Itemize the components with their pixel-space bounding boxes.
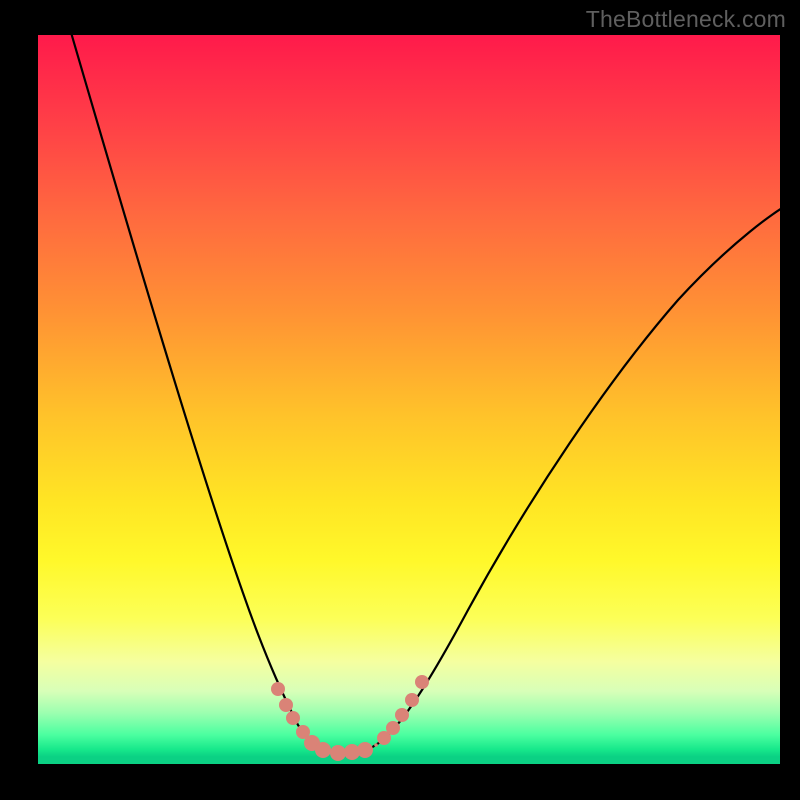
left-curve [70,29,341,753]
marker-dot [395,708,409,722]
watermark-text: TheBottleneck.com [586,6,786,33]
marker-dot [386,721,400,735]
marker-dot [330,745,346,761]
marker-dot [279,698,293,712]
marker-dot [405,693,419,707]
chart-frame: TheBottleneck.com [0,0,800,800]
marker-dot [374,743,378,747]
plot-area [38,35,780,764]
marker-dot [315,742,331,758]
marker-dot [415,675,429,689]
marker-dot [286,711,300,725]
marker-dot [271,682,285,696]
curves-svg [38,35,780,764]
right-curve [341,207,784,753]
marker-dot [357,742,373,758]
